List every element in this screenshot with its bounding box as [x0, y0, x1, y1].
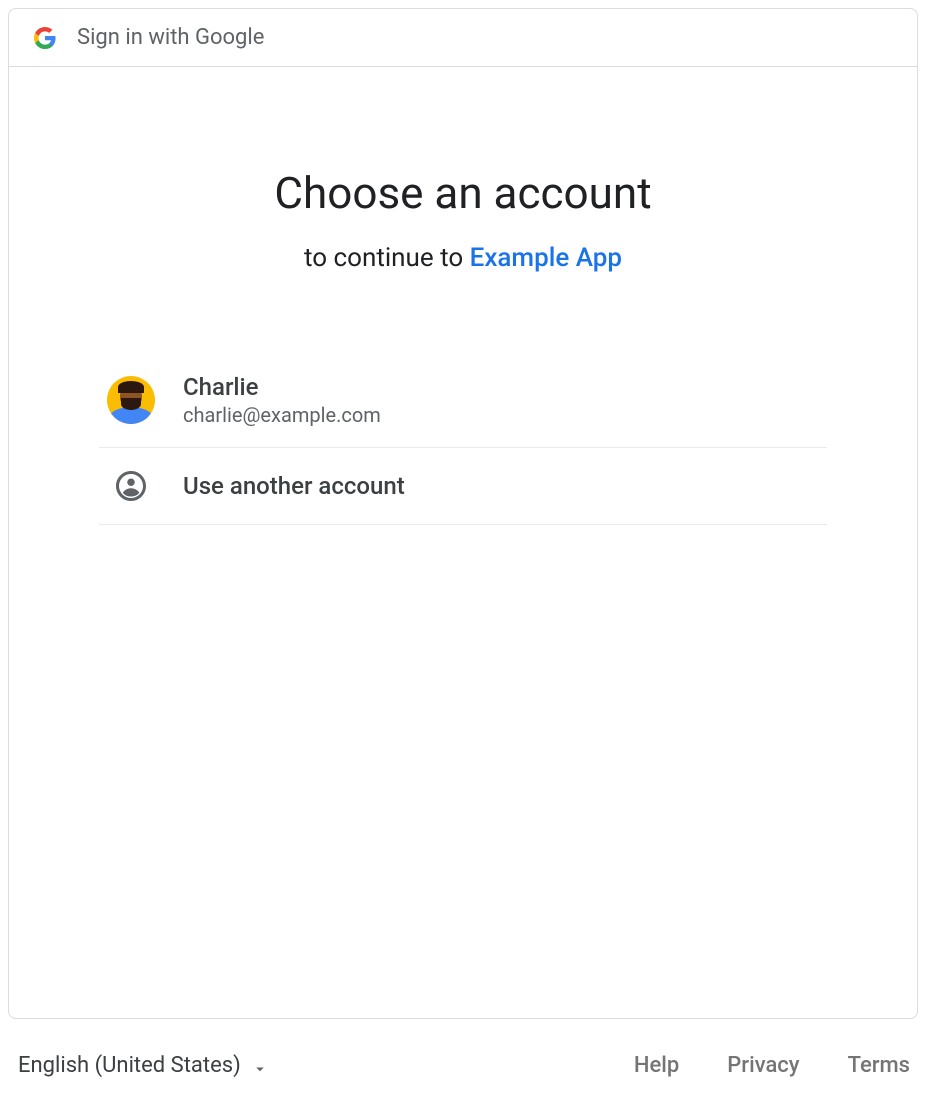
footer-links: Help Privacy Terms — [634, 1053, 910, 1078]
card-header: Sign in with Google — [9, 9, 917, 67]
account-info: Charlie charlie@example.com — [183, 373, 381, 427]
avatar — [107, 376, 155, 424]
footer: English (United States) Help Privacy Ter… — [0, 1027, 926, 1108]
subtitle-prefix: to continue to — [304, 243, 470, 273]
chevron-down-icon — [251, 1059, 265, 1073]
language-selector[interactable]: English (United States) — [16, 1047, 267, 1084]
page-subtitle: to continue to Example App — [99, 243, 827, 273]
terms-link[interactable]: Terms — [848, 1053, 910, 1078]
use-another-account[interactable]: Use another account — [99, 448, 827, 525]
language-label: English (United States) — [18, 1053, 241, 1078]
use-another-account-label: Use another account — [183, 472, 405, 500]
help-link[interactable]: Help — [634, 1053, 679, 1078]
privacy-link[interactable]: Privacy — [727, 1053, 799, 1078]
card-body: Choose an account to continue to Example… — [9, 67, 917, 1018]
account-name: Charlie — [183, 373, 381, 401]
app-link[interactable]: Example App — [470, 243, 622, 273]
header-title: Sign in with Google — [77, 25, 264, 50]
account-item-charlie[interactable]: Charlie charlie@example.com — [99, 353, 827, 448]
page-title: Choose an account — [99, 167, 827, 219]
google-g-icon — [33, 26, 57, 50]
account-list: Charlie charlie@example.com Use another … — [99, 353, 827, 525]
account-email: charlie@example.com — [183, 403, 381, 427]
person-circle-icon — [113, 468, 149, 504]
signin-card: Sign in with Google Choose an account to… — [8, 8, 918, 1019]
